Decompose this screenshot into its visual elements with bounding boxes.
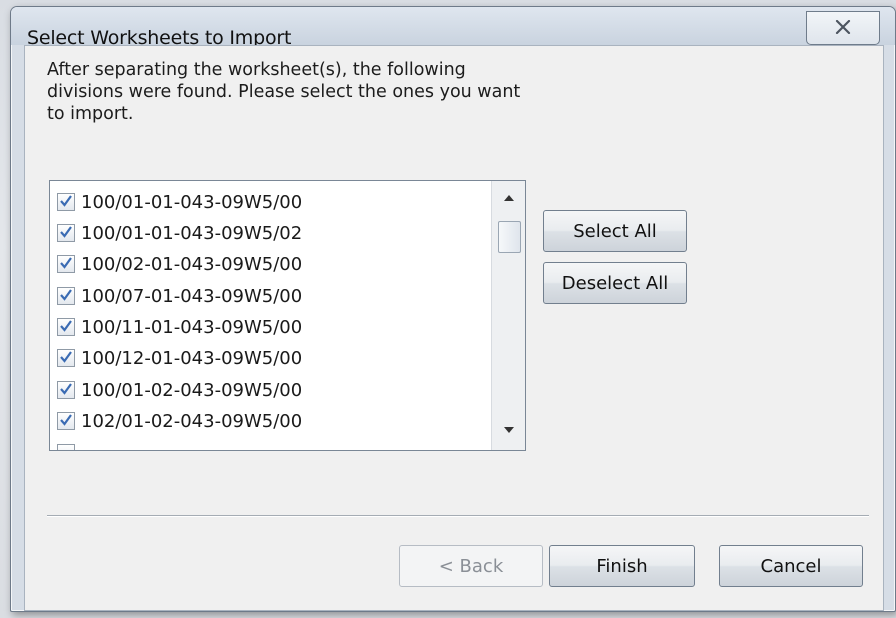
worksheet-label: 102/01-02-043-09W5/00 [81,410,303,432]
worksheet-checkbox[interactable] [57,381,75,399]
list-item[interactable]: 102/01-02-043-09W5/00 [57,406,302,436]
check-icon [60,414,72,426]
worksheet-label: 100/01-02-043-09W5/00 [81,379,303,401]
worksheet-checkbox[interactable] [57,349,75,367]
worksheet-label: 100/01-01-043-09W5/00 [81,191,303,213]
check-icon [60,257,72,269]
worksheet-checklist[interactable]: 100/01-01-043-09W5/00 100/01-01-043-09W5… [49,180,526,451]
scroll-down-button[interactable] [492,415,525,445]
worksheet-label: 100/07-01-043-09W5/00 [81,285,303,307]
scroll-down-arrow-icon [503,427,514,433]
worksheet-checkbox[interactable] [57,255,75,273]
divider [47,515,869,517]
select-all-button[interactable]: Select All [543,210,687,252]
check-icon [60,320,72,332]
list-item[interactable]: 100/11-01-043-09W5/00 [57,312,302,342]
list-item-partial[interactable] [57,438,81,450]
list-scrollbar[interactable] [491,181,525,450]
check-icon [60,351,72,363]
cancel-button[interactable]: Cancel [719,545,863,587]
worksheet-label: 100/11-01-043-09W5/00 [81,316,303,338]
worksheet-label: 100/12-01-043-09W5/00 [81,347,303,369]
instructions-text: After separating the worksheet(s), the f… [47,60,521,124]
list-item[interactable]: 100/12-01-043-09W5/00 [57,343,302,373]
scroll-thumb[interactable] [498,221,521,253]
worksheet-checkbox[interactable] [57,287,75,305]
check-icon [60,195,72,207]
close-button[interactable] [806,11,880,45]
list-item[interactable]: 100/01-01-043-09W5/02 [57,218,302,248]
worksheet-checkbox[interactable] [57,318,75,336]
worksheet-label: 100/01-01-043-09W5/02 [81,222,303,244]
title-bar: Select Worksheets to Import [11,7,895,49]
worksheet-checkbox[interactable] [57,412,75,430]
back-button[interactable]: < Back [399,545,543,587]
list-item[interactable]: 100/02-01-043-09W5/00 [57,249,302,279]
list-item[interactable]: 100/01-02-043-09W5/00 [57,375,302,405]
list-item[interactable]: 100/01-01-043-09W5/00 [57,187,302,217]
check-icon [60,383,72,395]
check-icon [60,289,72,301]
check-icon [60,226,72,238]
worksheet-checkbox[interactable] [57,193,75,211]
deselect-all-button[interactable]: Deselect All [543,262,687,304]
worksheet-checkbox[interactable] [57,444,75,450]
scroll-up-arrow-icon [503,195,514,201]
close-icon [835,19,851,38]
select-worksheets-dialog: Select Worksheets to Import After separa… [10,6,896,612]
worksheet-checkbox[interactable] [57,224,75,242]
finish-button[interactable]: Finish [549,545,695,587]
scroll-up-button[interactable] [492,183,525,213]
list-item[interactable]: 100/07-01-043-09W5/00 [57,281,302,311]
worksheet-label: 100/02-01-043-09W5/00 [81,253,303,275]
